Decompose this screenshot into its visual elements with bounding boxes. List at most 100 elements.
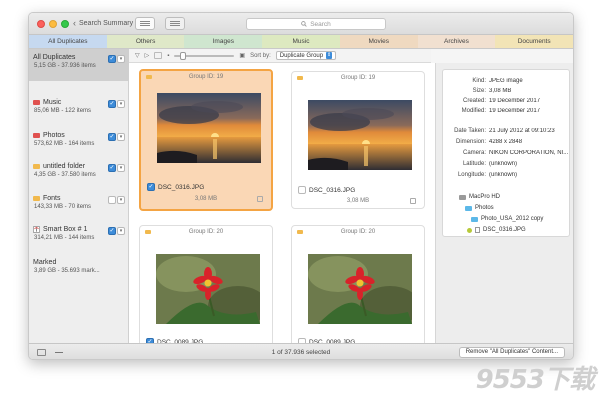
color-label-dot: [467, 227, 472, 233]
tab-label: Movies: [368, 38, 390, 45]
info-key: Size:: [472, 88, 486, 94]
include-checkbox[interactable]: ✓: [108, 100, 116, 108]
options-dropdown[interactable]: ▾: [117, 196, 125, 204]
site-watermark: 9553下载: [475, 365, 595, 395]
photo-thumbnail[interactable]: [157, 93, 261, 163]
sidebar-item-smart-box[interactable]: Smart Box # 1 314,21 MB - 144 items ✓ ▾: [29, 226, 129, 241]
folder-icon: [33, 133, 40, 138]
path-disk[interactable]: MacPro HD: [459, 194, 500, 200]
category-tabs: All Duplicates Others Images Music Movie…: [29, 35, 573, 49]
results-toolbar: ▽ ▷ ▪ ▣ Sort by: Duplicate Group ⇕: [129, 49, 431, 63]
search-icon: [301, 21, 307, 27]
info-value: 21 July 2012 at 09:10:23: [489, 128, 555, 134]
thumbnail-size-slider[interactable]: [174, 51, 235, 60]
select-checkbox[interactable]: ✓: [147, 183, 155, 191]
file-size: 3,08 MB: [194, 196, 218, 202]
close-window-button[interactable]: [37, 20, 45, 28]
sidebar-item-detail: 573,62 MB - 164 items: [34, 141, 95, 147]
sort-by-select[interactable]: Duplicate Group ⇕: [275, 51, 337, 60]
duplicate-card[interactable]: Group ID: 19 ✓ DSC_0316.JPG 3,08 MB: [139, 69, 273, 211]
tab-documents[interactable]: Documents: [495, 35, 573, 48]
duplicate-card[interactable]: Group ID: 20: [139, 225, 273, 347]
flower-photo: [308, 254, 412, 324]
detail-icon: [170, 21, 180, 22]
app-window: ‹ Search Summary Search All Duplicates O…: [28, 12, 574, 360]
select-checkbox[interactable]: [298, 186, 306, 194]
file-info-box: Kind: JPEG image Size: 3,08 MB Created: 19 …: [442, 69, 570, 237]
path-label: Photo_USA_2012 copy: [481, 216, 544, 222]
sidebar-item-detail: 314,21 MB - 144 items: [34, 235, 95, 241]
info-key: Modified:: [461, 108, 486, 114]
options-dropdown[interactable]: ▾: [117, 100, 125, 108]
sidebar-item-marked[interactable]: Marked 3,89 GB - 35.693 mark...: [29, 259, 129, 274]
photo-thumbnail[interactable]: [308, 254, 412, 324]
include-checkbox[interactable]: ✓: [108, 227, 116, 235]
path-file[interactable]: DSC_0316.JPG: [467, 227, 526, 233]
chevron-updown-icon: ⇕: [326, 52, 333, 59]
include-checkbox[interactable]: ✓: [108, 55, 116, 63]
file-name: DSC_0316.JPG: [158, 183, 205, 191]
sidebar: All Duplicates 5,15 GB - 37.936 items ✓ …: [29, 49, 129, 343]
options-dropdown[interactable]: ▾: [117, 227, 125, 235]
sunset-photo: [308, 100, 412, 170]
sidebar-item-label: Music: [43, 99, 62, 106]
tab-music[interactable]: Music: [262, 35, 340, 48]
search-field[interactable]: Search: [246, 18, 386, 30]
sidebar-item-detail: 5,15 GB - 37.936 items: [34, 63, 96, 69]
path-label: Photos: [475, 205, 494, 211]
path-folder[interactable]: Photo_USA_2012 copy: [471, 216, 543, 222]
info-value: 3,08 MB: [489, 88, 512, 94]
options-dropdown[interactable]: ▾: [117, 55, 125, 63]
sidebar-item-untitled-folder[interactable]: untitled folder 4,35 GB - 37.580 items ✓…: [29, 163, 129, 178]
sidebar-item-detail: 4,35 GB - 37.580 items: [34, 172, 96, 178]
large-photo-icon: ▣: [239, 53, 246, 59]
grid-view-icon[interactable]: [154, 52, 163, 59]
sidebar-item-music[interactable]: Music 85,06 MB - 122 items ✓ ▾: [29, 99, 129, 114]
remove-content-button[interactable]: Remove "All Duplicates" Content...: [458, 347, 565, 358]
info-key: Camera:: [462, 150, 486, 156]
flower-photo: [156, 254, 260, 324]
tab-all-duplicates[interactable]: All Duplicates: [29, 35, 107, 48]
options-dropdown[interactable]: ▾: [117, 133, 125, 141]
reveal-in-finder-icon[interactable]: [410, 198, 416, 204]
list-icon: [140, 21, 150, 22]
tab-archives[interactable]: Archives: [417, 35, 496, 48]
slider-knob[interactable]: [180, 51, 187, 60]
play-icon[interactable]: ▷: [145, 52, 150, 59]
chevron-left-icon: ‹: [73, 18, 76, 28]
tab-images[interactable]: Images: [184, 35, 263, 48]
zoom-window-button[interactable]: [61, 20, 69, 28]
info-key: Date Taken:: [454, 128, 486, 134]
filter-icon[interactable]: ▽: [135, 52, 140, 59]
tab-others[interactable]: Others: [106, 35, 185, 48]
minimize-window-button[interactable]: [49, 20, 57, 28]
include-checkbox[interactable]: ✓: [108, 133, 116, 141]
reveal-in-finder-icon[interactable]: [257, 196, 263, 202]
options-dropdown[interactable]: ▾: [117, 164, 125, 172]
photo-thumbnail[interactable]: [156, 254, 260, 324]
path-folder[interactable]: Photos: [465, 205, 494, 211]
file-name: DSC_0316.JPG: [309, 186, 356, 194]
title-bar: ‹ Search Summary Search: [29, 13, 573, 35]
sidebar-item-fonts[interactable]: Fonts 143,33 MB - 70 items ▾: [29, 195, 129, 210]
include-checkbox[interactable]: [108, 196, 116, 204]
tab-movies[interactable]: Movies: [339, 35, 418, 48]
group-id: Group ID: 20: [340, 229, 376, 235]
folder-icon: [465, 205, 472, 211]
duplicate-card[interactable]: Group ID: 19 DSC_0316.JPG 3,08 MB: [291, 71, 425, 209]
folder-icon: [471, 216, 478, 222]
info-value: JPEG image: [489, 78, 523, 84]
sort-label: Sort by:: [250, 52, 271, 59]
list-view-button[interactable]: [135, 17, 155, 30]
include-checkbox[interactable]: ✓: [108, 164, 116, 172]
info-key: Longitude:: [457, 172, 486, 178]
info-value: 19 December 2017: [489, 98, 541, 104]
photo-thumbnail[interactable]: [308, 100, 412, 170]
duplicate-card[interactable]: Group ID: 20: [291, 225, 425, 347]
sunset-photo: [157, 93, 261, 163]
sidebar-item-photos[interactable]: Photos 573,62 MB - 164 items ✓ ▾: [29, 132, 129, 147]
tab-label: All Duplicates: [48, 38, 88, 45]
sidebar-item-all-duplicates[interactable]: All Duplicates 5,15 GB - 37.936 items ✓ …: [29, 49, 129, 81]
detail-view-button[interactable]: [165, 17, 185, 30]
back-to-search-summary[interactable]: ‹ Search Summary: [73, 18, 133, 28]
